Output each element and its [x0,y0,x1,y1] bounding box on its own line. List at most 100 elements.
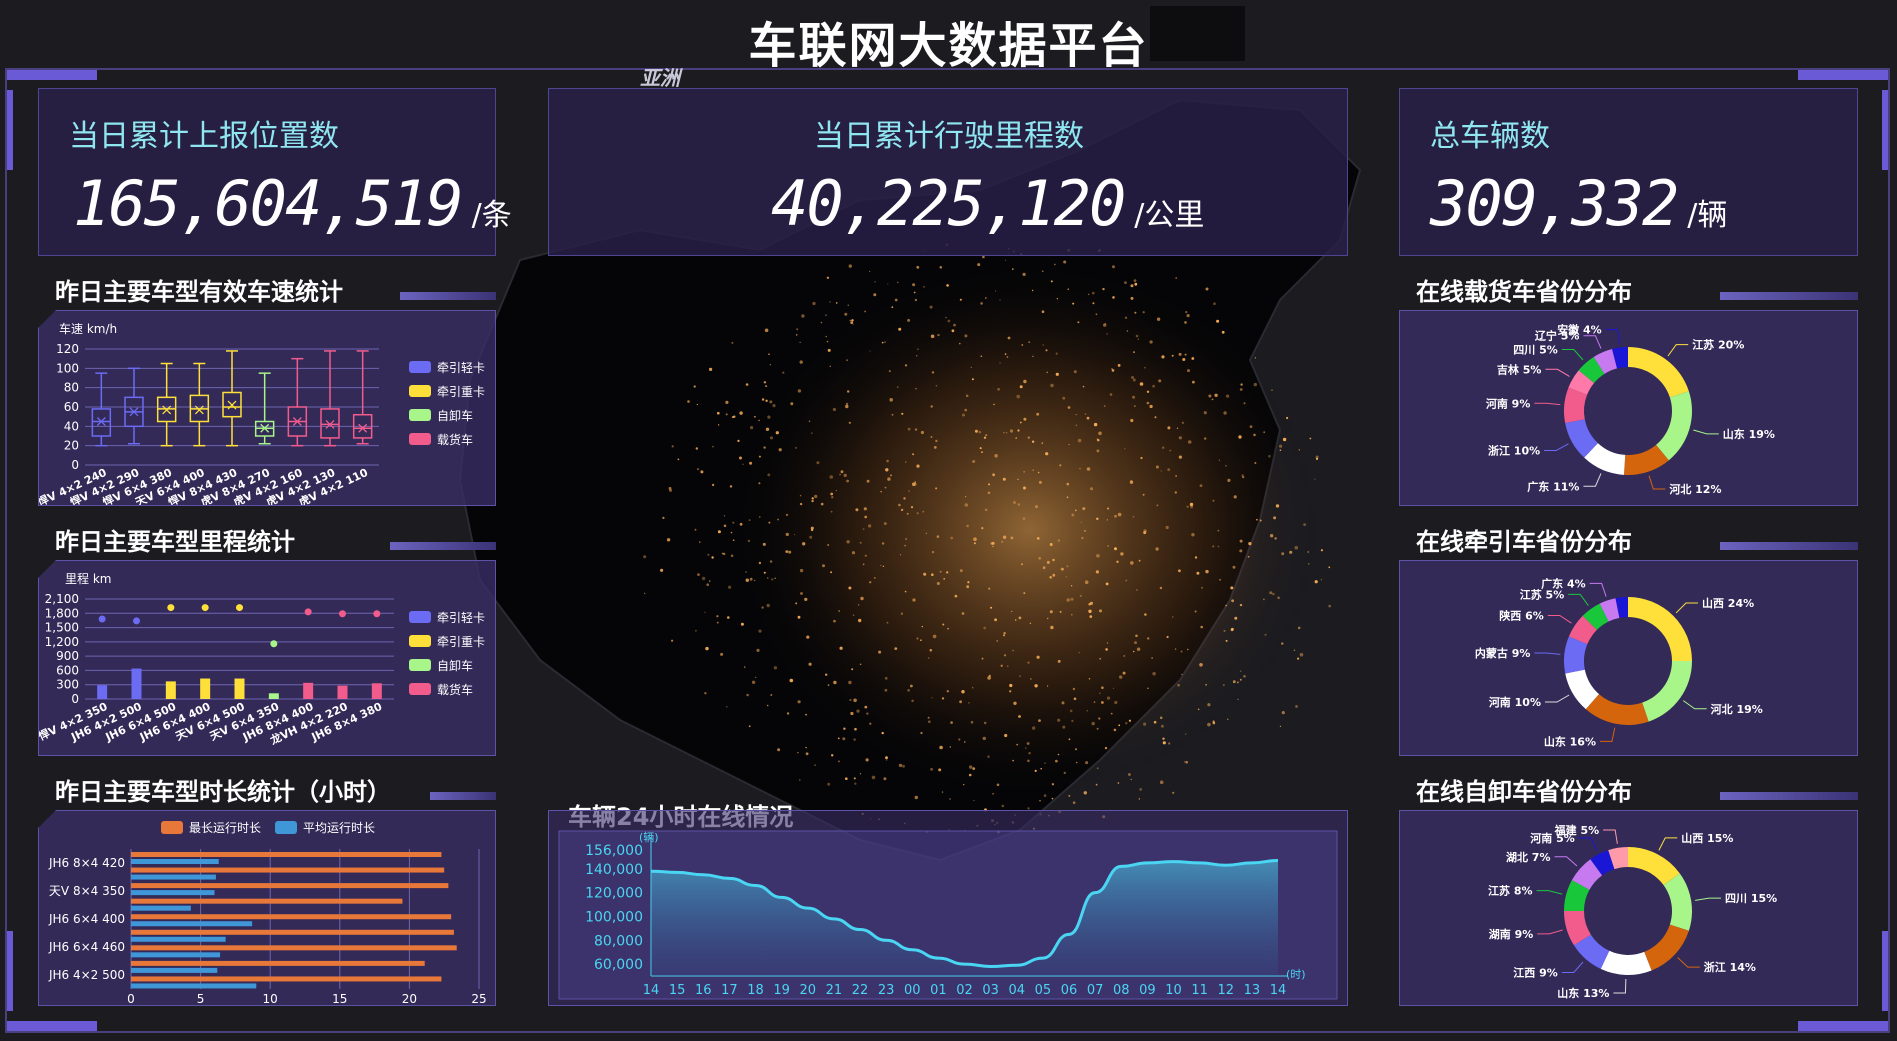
bar-max [131,852,442,857]
point-mark [339,610,346,618]
label-leader [1534,402,1561,406]
box-mark [222,350,242,447]
mileage-chart-panel: 里程 km 0 300 600 900 1,200 1,500 1,800 2,100 悍V 4×… [36,560,496,756]
label-leader [1561,961,1584,974]
y-tick-label: 80 [64,381,79,395]
slice-label: 陕西 6% [1499,608,1544,622]
label-leader [1536,890,1563,895]
label-leader [1534,652,1561,655]
x-tick-label: 23 [878,983,895,998]
legend-label: 载货车 [437,432,473,447]
slice-label: 四川 5% [1513,343,1558,356]
bar-max [131,898,403,904]
label-leader [1589,582,1607,597]
point-mark [373,610,381,618]
bar-mark [131,668,142,699]
label-leader [1605,329,1620,344]
y-tick-label: 2,100 [45,592,79,606]
slice-label: 河南 10% [1489,695,1541,709]
x-tick-label: 13 [1244,983,1261,998]
x-tick-label: 10 [263,992,278,1005]
box-mark [352,350,373,445]
y-tick-label: 900 [56,649,79,663]
mileage-bar-chart: 里程 km03006009001,2001,5001,8002,100悍V 4×… [36,571,485,748]
point-mark [201,604,209,612]
y-tick-label: 0 [71,458,79,472]
bar-avg [131,905,191,911]
bar-mark [268,693,279,699]
bar-mark [97,685,108,699]
legend-swatch [409,361,431,373]
stat-box-vehicles: 总车辆数 309,332/辆 [1399,88,1858,256]
y-tick-label: JH6 6×4 460 [48,940,125,954]
label-leader [1547,614,1572,624]
x-tick-label: 19 [773,983,790,998]
label-leader [1578,837,1598,851]
speed-box-chart: 车速 km/h020406080100120悍V 4×2 240悍V 4×2 2… [35,321,485,509]
slice-label: 浙江 10% [1488,444,1540,458]
donut-title-cargo: 在线载货车省份分布 [1416,278,1632,306]
x-tick-label: 12 [1217,983,1234,998]
x-tick-label: 01 [930,983,947,998]
speed-chart-panel: 车速 km/h 0 20 40 60 80 100 120 悍V 4×2 240 悍V 4×2 2… [35,310,496,509]
y-tick-label: 40 [64,419,79,433]
bar-max [131,960,425,966]
point-mark [270,640,278,648]
duration-chart-title: 昨日主要车型时长统计（小时） [55,778,391,806]
x-tick-label: 15 [669,983,686,998]
bar-max [131,914,452,920]
point-mark [133,617,140,625]
y-tick-label: 1,800 [45,606,79,620]
legend-swatch [409,659,431,671]
y-tick-label: 140,000 [585,862,643,878]
donut-slice [1644,924,1689,971]
online-area-chart: (辆)60,00080,000100,000120,000140,000156,… [558,830,1338,1000]
label-leader [1603,829,1618,844]
box-mark [254,372,275,445]
x-tick-label: 04 [1008,983,1025,998]
legend-label: 载货车 [437,682,473,697]
donut-slice [1642,661,1692,722]
stat-value: 40,225,120/公里 [771,167,1205,240]
stat-box-positions: 当日累计上报位置数 165,604,519/条 [38,88,512,256]
donut-slice [1628,347,1689,398]
bar-avg [131,936,226,942]
stat-value: 309,332/辆 [1430,167,1728,240]
bar-max [131,867,445,873]
box-mark [287,357,308,447]
bar-avg [131,967,218,973]
label-leader [1667,344,1689,357]
slice-label: 湖北 7% [1506,850,1551,864]
cargo-province-donut: 江苏 20% 山东 19% 河北 12% 广东 11% 浙江 10% 河南 9% 吉林 5%… [1486,323,1775,496]
legend-swatch [409,611,431,623]
label-leader [1682,700,1707,710]
box-mark [91,372,112,447]
donut-slice [1600,950,1652,975]
online-chart-panel: (辆) 60,000 80,000 100,000 120,000 140,000 156,… [548,810,1348,1006]
label-leader [1600,727,1616,742]
y-tick-label: 156,000 [585,843,643,859]
stat-unit: /辆 [1687,198,1728,233]
bar-avg [131,859,219,864]
label-leader [1675,602,1698,614]
legend-label: 牵引轻卡 [437,611,485,625]
dump-province-donut: 山西 15% 四川 15% 浙江 14% 山东 13% 江西 9% 湖南 9% 江苏 8% 湖… [1488,823,1777,1000]
x-tick-label: 09 [1139,983,1156,998]
x-tick-label: 20 [799,983,816,998]
bar-max [131,945,457,951]
legend-label: 牵引重卡 [437,635,485,649]
y-tick-label: 1,200 [45,635,79,649]
label-leader [1561,348,1584,361]
x-tick-label: 03 [982,983,999,998]
label-leader [1613,978,1627,994]
stat-label: 当日累计行驶里程数 [814,119,1084,154]
slice-label: 广东 11% [1527,479,1579,493]
bar-mark [234,678,245,699]
label-leader [1554,856,1578,867]
y-tick-label: 300 [56,678,79,692]
bar-avg [131,952,221,958]
y-tick-label: 0 [71,692,79,706]
x-tick-label: 5 [197,992,205,1005]
bar-max [131,976,442,982]
slice-label: 福建 5% [1554,823,1600,837]
